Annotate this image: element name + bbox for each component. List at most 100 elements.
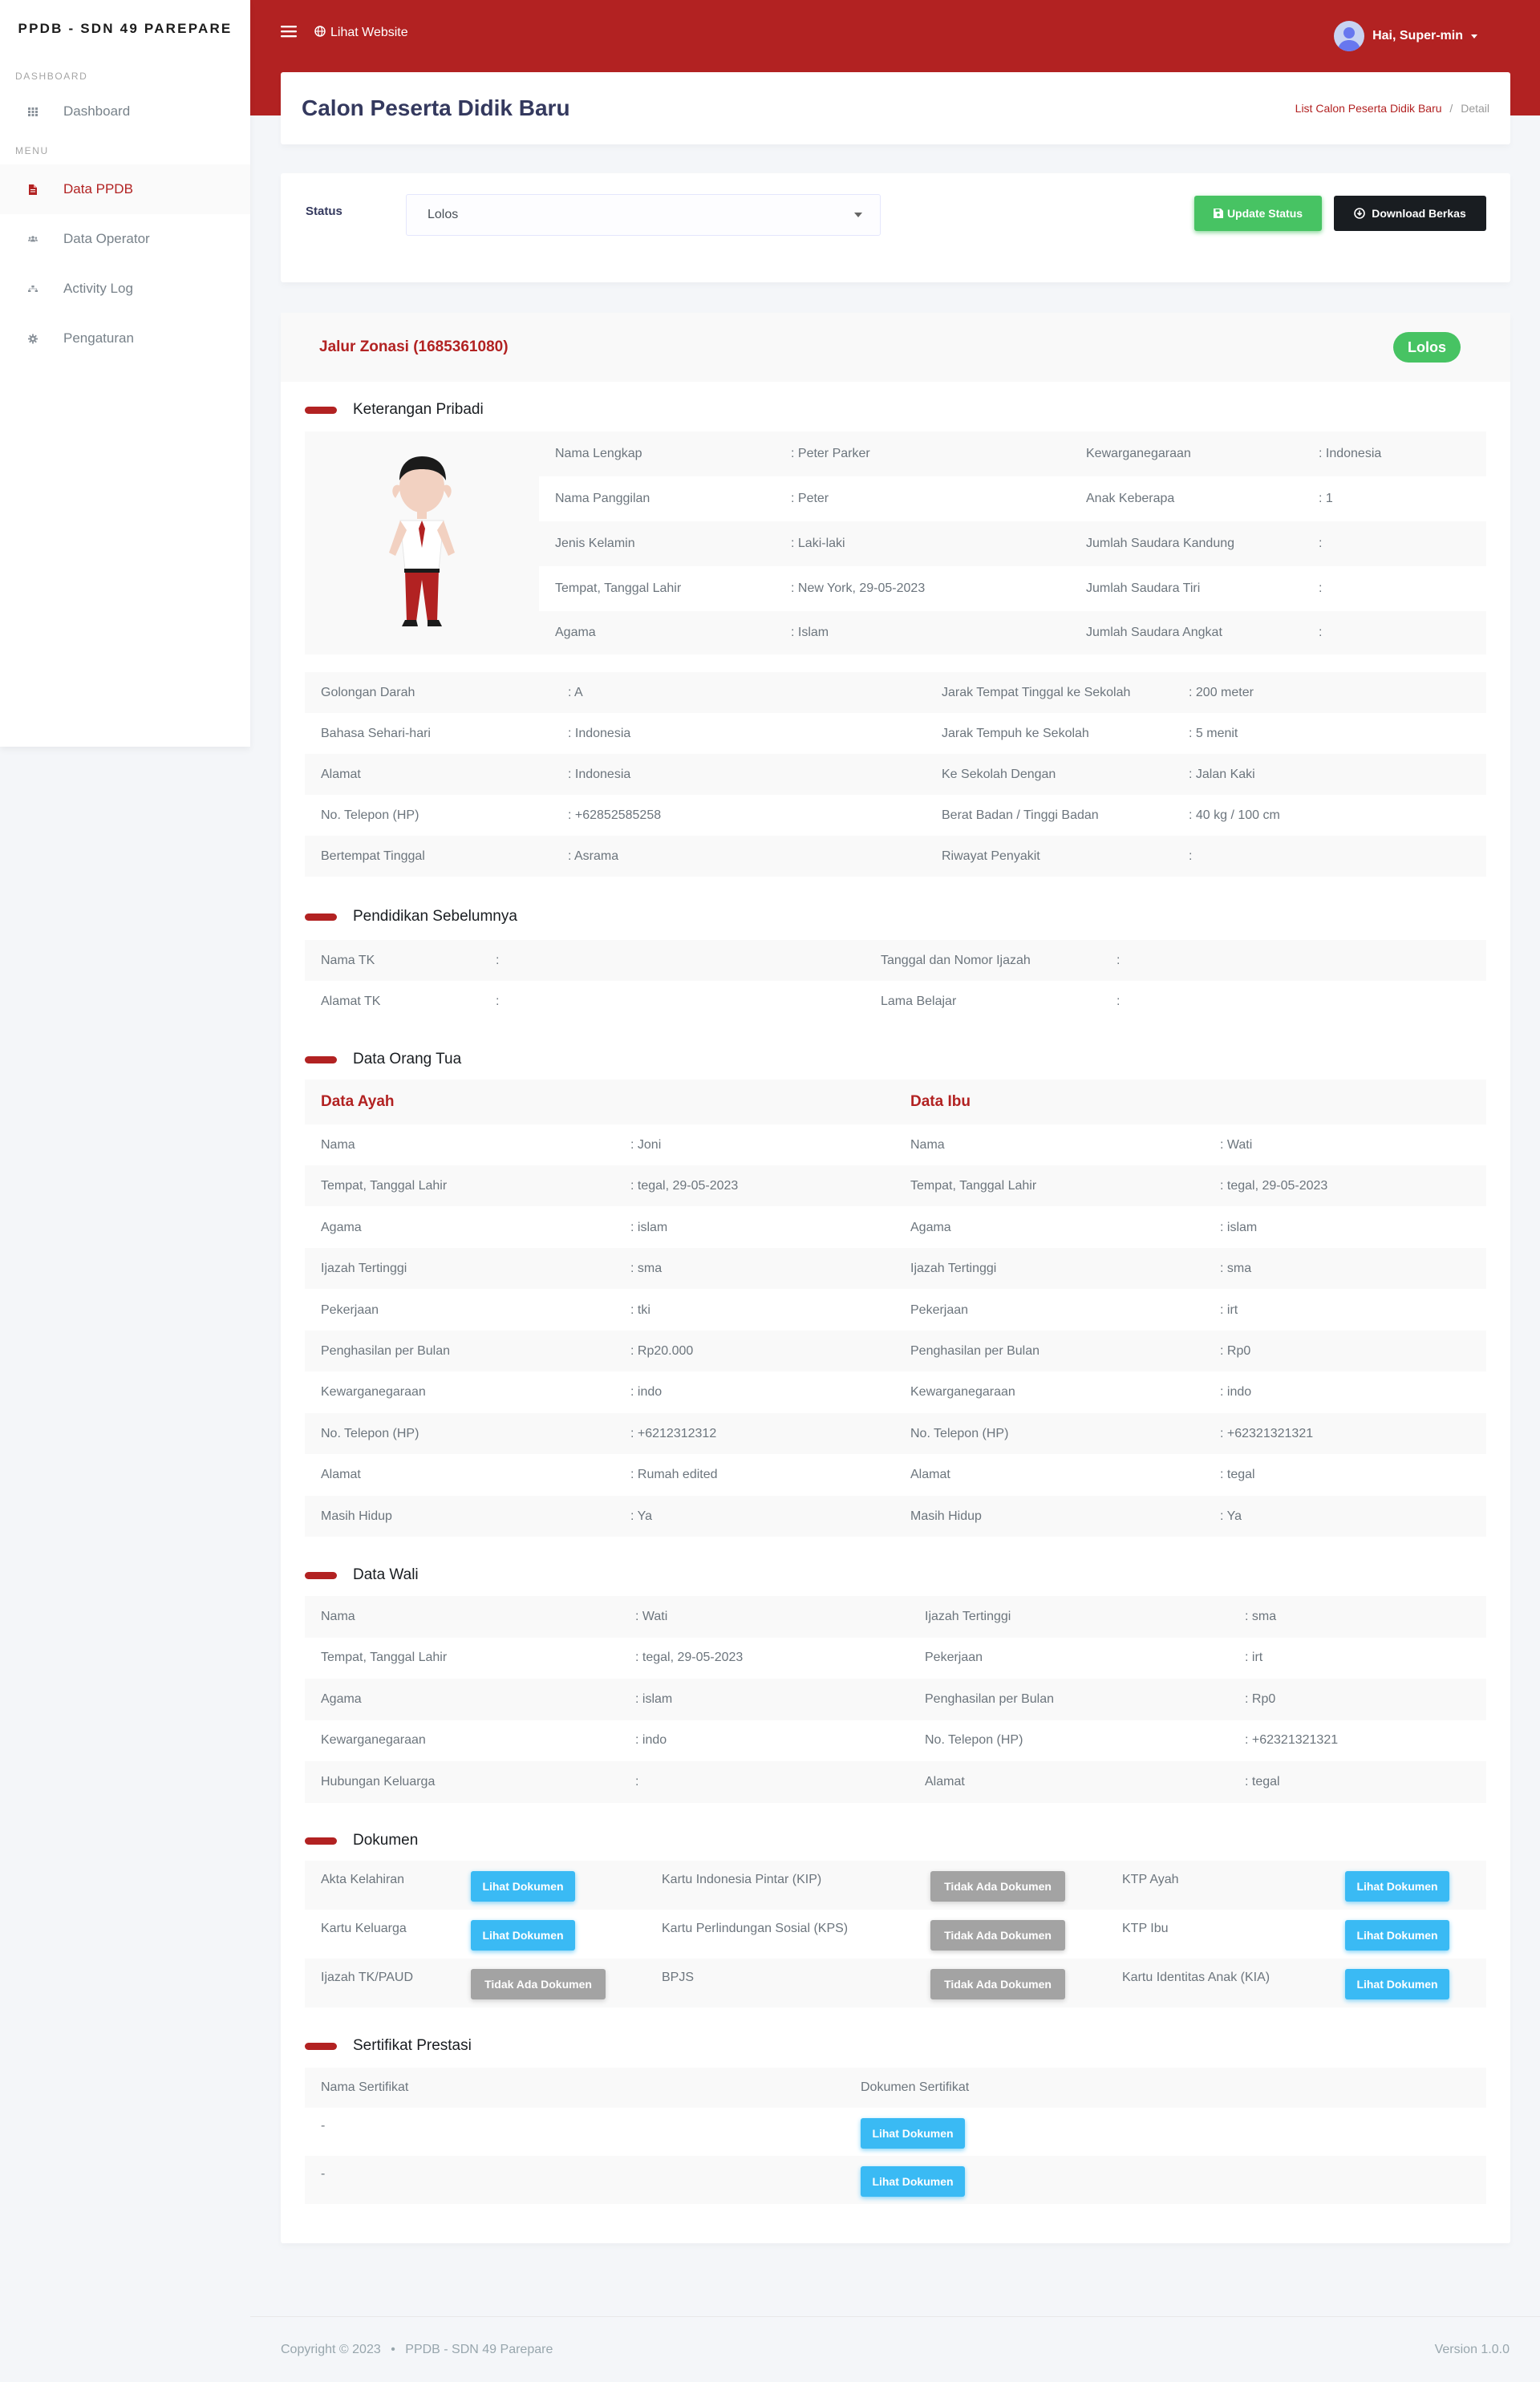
table-row: No. Telepon (HP) : +6212312312 No. Telep…: [305, 1413, 1486, 1455]
table-cell-value: : 40 kg / 100 cm: [1189, 808, 1280, 822]
tidak-ada-dokumen-button[interactable]: Tidak Ada Dokumen: [471, 1969, 606, 1999]
table-cell-label: Ke Sekolah Dengan: [942, 767, 1056, 781]
table-cell-label: Tempat, Tanggal Lahir: [321, 1650, 448, 1664]
table-cell-value: : tegal, 29-05-2023: [635, 1650, 744, 1664]
table-cell-label: Ijazah Tertinggi: [925, 1609, 1011, 1623]
user-menu[interactable]: Hai, Super-min: [1334, 21, 1477, 51]
table-cell-label: Agama: [555, 626, 596, 639]
section-marker: [305, 1837, 337, 1845]
table-cell-value: : Asrama: [568, 849, 619, 863]
table-row: Alamat : Indonesia Ke Sekolah Dengan : J…: [305, 754, 1486, 795]
grid-icon: [28, 107, 38, 116]
table-row: Nama : Joni Nama : Wati: [305, 1124, 1486, 1165]
breadcrumb-separator: /: [1449, 102, 1453, 115]
table-cell-label: Tanggal dan Nomor Ijazah: [881, 953, 1031, 967]
table-cell-label: Jumlah Saudara Angkat: [1086, 626, 1222, 639]
table-cell-value: : Peter Parker: [791, 447, 870, 460]
section-title-sertifikat: Sertifikat Prestasi: [305, 2037, 472, 2055]
ibu-title: Data Ibu: [910, 1093, 971, 1110]
table-cell-label: Alamat: [925, 1774, 965, 1789]
table-cell-label: Alamat: [321, 1467, 361, 1481]
table-cell-label: Pekerjaan: [925, 1650, 983, 1664]
visit-website-link[interactable]: Lihat Website: [314, 25, 408, 41]
table-cell-value: : Joni: [630, 1137, 662, 1152]
table-cell-value: : Islam: [791, 626, 829, 639]
table-row: Bahasa Sehari-hari : Indonesia Jarak Tem…: [305, 713, 1486, 754]
table-cell-label: Nama: [321, 1609, 355, 1623]
sidebar-item-activity-log[interactable]: Activity Log: [0, 264, 250, 314]
table-cell-value: : Wati: [635, 1609, 668, 1623]
sidebar-item-pengaturan[interactable]: Pengaturan: [0, 314, 250, 363]
table-cell-value: : Indonesia: [568, 726, 631, 740]
save-icon: [1213, 209, 1223, 218]
table-cell-label: Tempat, Tanggal Lahir: [555, 581, 682, 595]
table-row: Ijazah Tertinggi : sma Ijazah Tertinggi …: [305, 1248, 1486, 1290]
copyright-text: Copyright © 2023: [281, 2342, 381, 2356]
table-cell-value: : New York, 29-05-2023: [791, 581, 926, 595]
table-cell-value: : Rp0: [1245, 1691, 1276, 1706]
sertifikat-nama: -: [321, 2167, 326, 2181]
navbar: Lihat Website Hai, Super-min: [250, 0, 1540, 66]
lihat-dokumen-button[interactable]: Lihat Dokumen: [861, 2166, 965, 2197]
table-cell-label: Bahasa Sehari-hari: [321, 726, 431, 740]
update-status-label: Update Status: [1226, 207, 1303, 220]
table-row: Hubungan Keluarga : Alamat : tegal: [305, 1761, 1486, 1803]
table-row: Tempat, Tanggal Lahir : tegal, 29-05-202…: [305, 1165, 1486, 1207]
table-cell-label: Jarak Tempuh ke Sekolah: [942, 726, 1089, 740]
table-cell-label: Kewarganegaraan: [1086, 447, 1191, 460]
table-row: Kartu Keluarga Lihat Dokumen Kartu Perli…: [305, 1910, 1486, 1959]
tidak-ada-dokumen-button[interactable]: Tidak Ada Dokumen: [930, 1871, 1065, 1902]
table-cell-value: :: [1189, 849, 1193, 863]
table-cell-value: : Indonesia: [568, 767, 631, 781]
table-cell-value: : sma: [1220, 1261, 1252, 1275]
table-row: Masih Hidup : Ya Masih Hidup : Ya: [305, 1496, 1486, 1537]
table-cell-value: : tegal: [1245, 1774, 1280, 1789]
lihat-dokumen-button[interactable]: Lihat Dokumen: [471, 1871, 575, 1902]
status-select[interactable]: Lolos: [406, 194, 881, 236]
lihat-dokumen-button[interactable]: Lihat Dokumen: [1345, 1871, 1449, 1902]
table-row: Tempat, Tanggal Lahir : tegal, 29-05-202…: [305, 1637, 1486, 1679]
sidebar-item-data-operator[interactable]: Data Operator: [0, 214, 250, 264]
table-row: Ijazah TK/PAUD Tidak Ada Dokumen BPJS Ti…: [305, 1959, 1486, 2007]
table-cell-value: : Laki-laki: [791, 537, 845, 550]
detail-card: Jalur Zonasi (1685361080) Lolos Keterang…: [281, 313, 1510, 2243]
lihat-dokumen-button[interactable]: Lihat Dokumen: [1345, 1920, 1449, 1951]
table-cell-label: No. Telepon (HP): [925, 1732, 1023, 1747]
table-cell-value: :: [496, 994, 500, 1008]
brand-title[interactable]: PPDB - SDN 49 PAREPARE: [0, 0, 250, 58]
table-cell-label: Alamat TK: [321, 994, 381, 1008]
tidak-ada-dokumen-button[interactable]: Tidak Ada Dokumen: [930, 1920, 1065, 1951]
status-label: Status: [306, 205, 342, 218]
table-cell-label: Pekerjaan: [321, 1302, 379, 1317]
table-cell-value: :: [1319, 626, 1323, 639]
table-row: Bertempat Tinggal : Asrama Riwayat Penya…: [305, 836, 1486, 877]
section-header: Calon Peserta Didik Baru List Calon Pese…: [281, 72, 1510, 144]
update-status-button[interactable]: Update Status: [1194, 196, 1322, 231]
download-berkas-button[interactable]: Download Berkas: [1334, 196, 1486, 231]
sidebar-item-dashboard[interactable]: Dashboard: [0, 87, 250, 136]
lihat-dokumen-button[interactable]: Lihat Dokumen: [861, 2118, 965, 2149]
table-cell-value: : Jalan Kaki: [1189, 767, 1255, 781]
table-cell-label: Lama Belajar: [881, 994, 957, 1008]
lihat-dokumen-button[interactable]: Lihat Dokumen: [1345, 1969, 1449, 1999]
sidebar-item-label: Data PPDB: [63, 181, 133, 196]
breadcrumb: List Calon Peserta Didik Baru / Detail: [1295, 102, 1489, 115]
section-title-text: Data Wali: [353, 1566, 419, 1583]
breadcrumb-link-list[interactable]: List Calon Peserta Didik Baru: [1295, 102, 1442, 115]
sidebar-item-data-ppdb[interactable]: Data PPDB: [0, 164, 250, 214]
table-cell-label: Agama: [321, 1220, 362, 1234]
table-cell-label: Jenis Kelamin: [555, 537, 635, 550]
section-title-text: Data Orang Tua: [353, 1051, 462, 1067]
table-cell-value: : A: [568, 685, 583, 699]
tidak-ada-dokumen-button[interactable]: Tidak Ada Dokumen: [930, 1969, 1065, 1999]
table-cell-label: Anak Keberapa: [1086, 492, 1175, 505]
table-cell-value: : sma: [630, 1261, 663, 1275]
table-cell-value: : tegal: [1220, 1467, 1255, 1481]
table-cell-value: : tegal, 29-05-2023: [630, 1178, 739, 1193]
lihat-dokumen-button[interactable]: Lihat Dokumen: [471, 1920, 575, 1951]
hamburger-menu-icon[interactable]: [281, 25, 297, 42]
table-cell-value: : islam: [630, 1220, 668, 1234]
section-title-text: Sertifikat Prestasi: [353, 2037, 472, 2054]
table-cell-value: :: [1116, 953, 1121, 967]
table-cell-label: Pekerjaan: [910, 1302, 969, 1317]
